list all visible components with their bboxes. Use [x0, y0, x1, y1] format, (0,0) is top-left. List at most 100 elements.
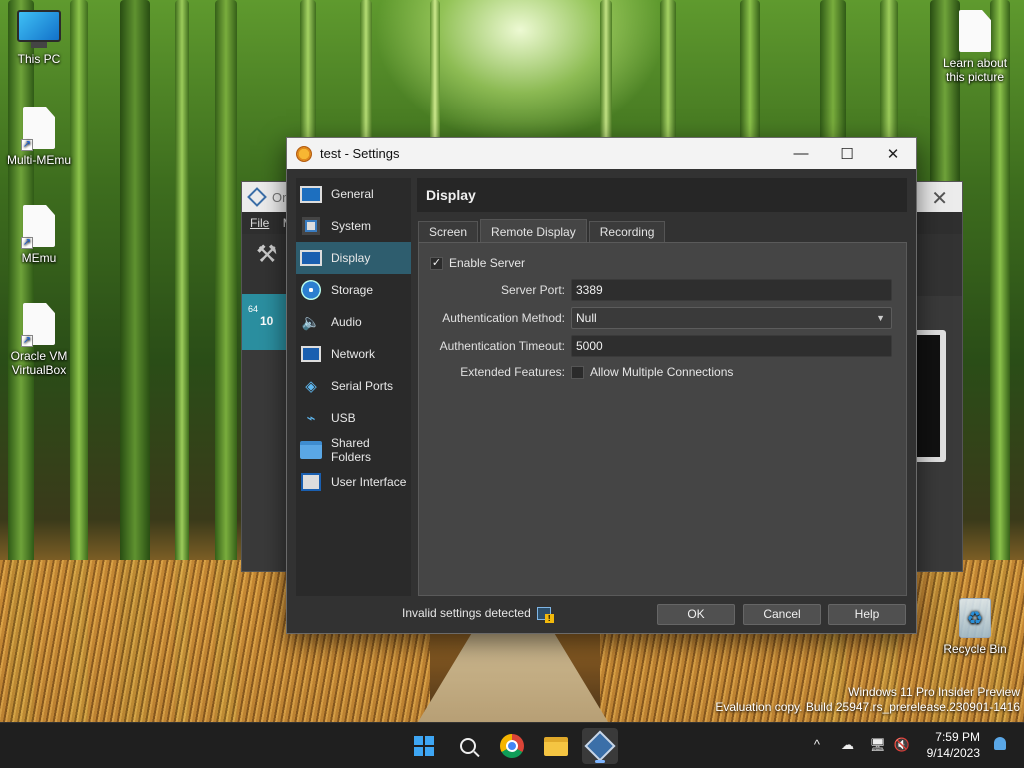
auth-timeout-label: Authentication Timeout:: [439, 339, 565, 353]
sidebar-item-serial-ports[interactable]: ◈ Serial Ports: [296, 370, 411, 402]
notification-bell-icon[interactable]: [994, 737, 1006, 750]
system-tray: ^ ☁ 🖥 🔇 7:59 PM 9/14/2023: [784, 723, 1024, 768]
tab-recording[interactable]: Recording: [588, 221, 666, 243]
network-icon: [300, 343, 322, 365]
sidebar-item-storage[interactable]: Storage: [296, 274, 411, 306]
shortcut-file-icon: ↗: [21, 303, 55, 347]
watermark-edition: Windows 11 Pro Insider Preview: [848, 685, 1020, 699]
audio-icon: 🔈: [301, 314, 321, 331]
sidebar-item-label: Display: [331, 251, 371, 265]
desktop-icon-this-pc[interactable]: This PC: [0, 10, 78, 66]
checkbox-unchecked[interactable]: [571, 365, 584, 379]
page-title: Display: [417, 178, 907, 212]
usb-icon: ⌁: [306, 410, 316, 427]
desktop-icon-recycle-bin[interactable]: ♻ Recycle Bin: [936, 598, 1014, 656]
sidebar-item-shared-folders[interactable]: Shared Folders: [296, 434, 411, 466]
system-icon: [300, 215, 322, 237]
chrome-button[interactable]: [494, 728, 530, 764]
manager-title: Or: [272, 189, 287, 205]
tools-icon: ⚒: [256, 241, 278, 268]
sidebar-item-system[interactable]: System: [296, 210, 411, 242]
display-icon: [300, 247, 322, 269]
onedrive-icon[interactable]: ☁: [841, 737, 854, 753]
enable-server-checkbox[interactable]: ✓ Enable Server: [430, 256, 525, 270]
help-button[interactable]: Help: [828, 604, 906, 625]
clock[interactable]: 7:59 PM 9/14/2023: [927, 729, 980, 761]
sidebar-item-label: Serial Ports: [331, 379, 394, 393]
checkbox-checked[interactable]: ✓: [430, 256, 443, 270]
enable-server-label: Enable Server: [449, 256, 526, 270]
sidebar-item-user-interface[interactable]: User Interface: [296, 466, 411, 498]
vm-list-item[interactable]: 64 10: [242, 294, 290, 350]
warning-icon[interactable]: [536, 606, 554, 623]
sidebar-item-usb[interactable]: ⌁ USB: [296, 402, 411, 434]
server-port-label: Server Port:: [500, 283, 565, 297]
serial-ports-icon: ◈: [305, 378, 317, 395]
sidebar-item-label: Audio: [331, 315, 362, 329]
desktop-icon-multi-memu[interactable]: ↗ Multi-MEmu: [0, 107, 78, 167]
sidebar-item-label: Shared Folders: [331, 436, 372, 464]
ok-button[interactable]: OK: [657, 604, 735, 625]
user-interface-icon: [300, 471, 322, 493]
vm-os-badge: 64: [248, 304, 259, 314]
vm-number: 10: [260, 314, 274, 328]
sidebar-item-label: Storage: [331, 283, 374, 297]
manager-close-button[interactable]: ✕: [931, 186, 948, 211]
sidebar-item-label: System: [331, 219, 372, 233]
close-button[interactable]: ✕: [870, 138, 916, 169]
file-explorer-button[interactable]: [538, 728, 574, 764]
settings-titlebar[interactable]: test - Settings — ☐ ✕: [287, 138, 916, 169]
folder-icon: [544, 736, 568, 756]
desktop-icon-label: MEmu: [21, 251, 57, 265]
show-hidden-icons-chevron[interactable]: ^: [814, 737, 820, 752]
shortcut-file-icon: ↗: [21, 107, 55, 151]
windows-icon: [414, 736, 434, 756]
start-button[interactable]: [406, 728, 442, 764]
auth-method-select[interactable]: Null ▼: [571, 307, 892, 329]
server-port-input[interactable]: 3389: [571, 279, 892, 301]
file-icon: [959, 10, 991, 52]
sidebar-item-audio[interactable]: 🔈 Audio: [296, 306, 411, 338]
virtualbox-icon: [584, 730, 616, 762]
virtualbox-settings-icon: [296, 145, 312, 162]
desktop-icon-learn-about-this-picture[interactable]: Learn about this picture: [936, 10, 1014, 84]
settings-content: Display Screen Remote Display Recording …: [417, 178, 907, 596]
watermark-build: Evaluation copy. Build 25947.rs_prerelea…: [715, 700, 1020, 714]
network-icon[interactable]: 🖥: [869, 737, 886, 753]
clock-time: 7:59 PM: [935, 730, 980, 744]
sidebar-item-label: General: [331, 187, 374, 201]
remote-display-panel: ✓ Enable Server Server Port: 3389 Authen…: [418, 242, 907, 596]
settings-sidebar: General System Display Storage 🔈 Audio N…: [296, 178, 411, 596]
volume-muted-icon[interactable]: 🔇: [894, 737, 910, 753]
menu-file[interactable]: File: [250, 216, 269, 230]
cancel-button[interactable]: Cancel: [743, 604, 821, 625]
auth-method-value: Null: [576, 311, 597, 325]
virtualbox-taskbar-button[interactable]: [582, 728, 618, 764]
taskbar: ^ ☁ 🖥 🔇 7:59 PM 9/14/2023: [0, 722, 1024, 768]
virtualbox-icon: [247, 187, 267, 207]
invalid-settings-text: Invalid settings detected: [402, 606, 531, 620]
sidebar-item-label: USB: [331, 411, 356, 425]
search-button[interactable]: [450, 728, 486, 764]
desktop-icon-memu[interactable]: ↗ MEmu: [0, 205, 78, 265]
sidebar-item-network[interactable]: Network: [296, 338, 411, 370]
settings-window-title: test - Settings: [320, 146, 400, 161]
tab-screen[interactable]: Screen: [418, 221, 479, 243]
settings-dialog[interactable]: test - Settings — ☐ ✕ General System Dis…: [286, 137, 917, 634]
sidebar-item-general[interactable]: General: [296, 178, 411, 210]
general-icon: [300, 183, 322, 205]
allow-multiple-connections-label: Allow Multiple Connections: [590, 365, 734, 379]
sidebar-item-label: Network: [331, 347, 376, 361]
maximize-button[interactable]: ☐: [824, 138, 870, 169]
sidebar-item-display[interactable]: Display: [296, 242, 411, 274]
allow-multiple-connections-checkbox[interactable]: Allow Multiple Connections: [571, 365, 733, 379]
auth-timeout-input[interactable]: 5000: [571, 335, 892, 357]
extended-features-label: Extended Features:: [460, 365, 565, 379]
desktop-icon-label: Recycle Bin: [943, 642, 1007, 656]
tab-remote-display[interactable]: Remote Display: [480, 219, 587, 243]
desktop-icon-oracle-vm-virtualbox[interactable]: ↗ Oracle VM VirtualBox: [0, 303, 78, 377]
minimize-button[interactable]: —: [778, 138, 824, 169]
chevron-down-icon: ▼: [876, 313, 885, 323]
recycle-bin-icon: ♻: [959, 598, 991, 638]
monitor-icon: [17, 10, 61, 48]
